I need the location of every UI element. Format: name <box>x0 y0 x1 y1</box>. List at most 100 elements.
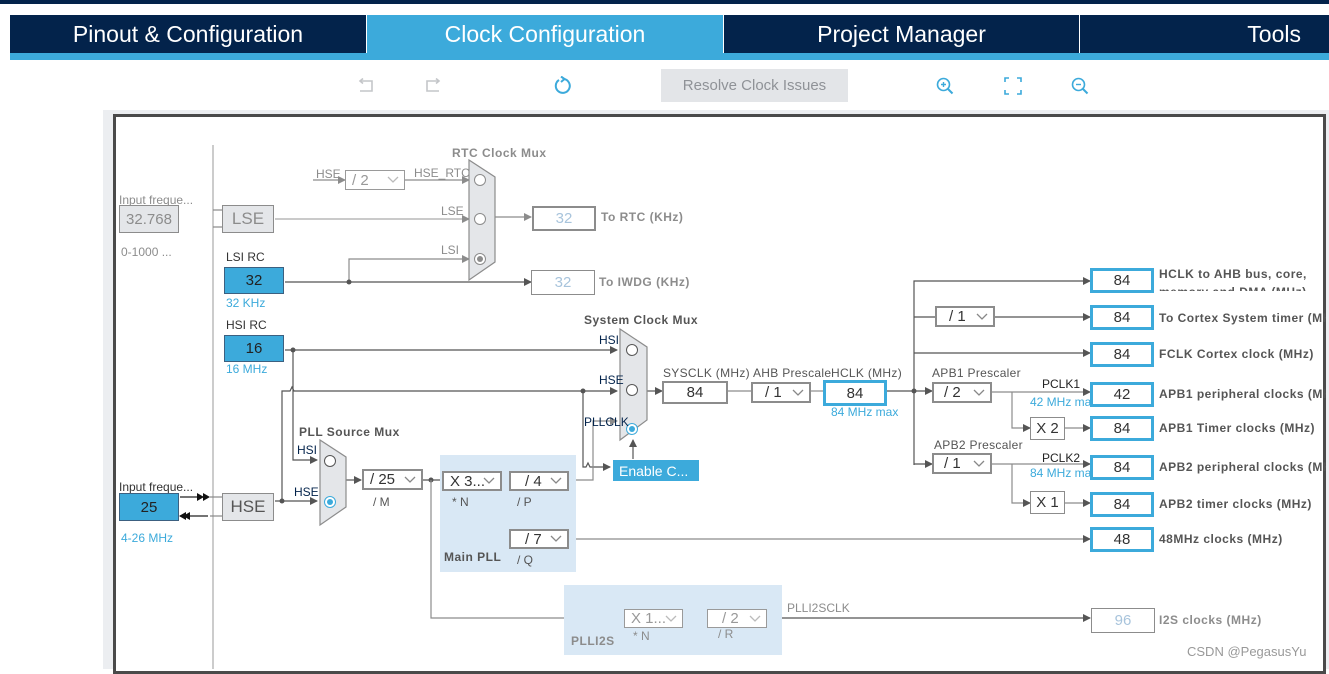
rtc-hse-divider-value: / 2 <box>352 171 369 189</box>
output-cortex-timer-label: To Cortex System timer (MHz) <box>1159 311 1326 325</box>
hse-range-label: 4-26 MHz <box>121 531 174 545</box>
rtc-hse-input-label: HSE <box>316 167 341 181</box>
output-apb1-peripheral-value[interactable]: 42 <box>1090 382 1154 407</box>
lsi-frequency-label: 32 KHz <box>226 296 266 310</box>
hse-rtc-label: HSE_RTC <box>414 166 470 180</box>
rtc-clock-mux-shape <box>468 158 496 282</box>
rtc-output-label: To RTC (KHz) <box>601 210 684 224</box>
output-fclk-label: FCLK Cortex clock (MHz) <box>1159 347 1314 361</box>
output-cortex-timer-value[interactable]: 84 <box>1090 305 1154 330</box>
output-hclk-ahb-label: HCLK to AHB bus, core, memory and DMA (M… <box>1159 267 1307 291</box>
rtc-clock-mux-title: RTC Clock Mux <box>452 146 547 160</box>
hclk-input-field[interactable]: 84 <box>823 380 887 406</box>
chevron-down-icon <box>749 615 761 622</box>
plli2s-r-divider-select[interactable]: / 2 <box>707 609 767 628</box>
output-hclk-ahb-value[interactable]: 84 <box>1090 268 1154 293</box>
rtc-lse-input-label: LSE <box>441 204 464 218</box>
chevron-down-icon <box>387 176 399 183</box>
ahb-prescaler-value: / 1 <box>765 384 782 401</box>
plli2s-r-divider-value: / 2 <box>722 610 739 627</box>
plli2s-r-label: / R <box>718 627 734 641</box>
pll-p-divider-select[interactable]: / 4 <box>509 471 569 491</box>
i2s-output-label: I2S clocks (MHz) <box>1159 613 1262 627</box>
hsi-rc-value[interactable]: 16 <box>224 335 284 362</box>
output-apb1-timer-label: APB1 Timer clocks (MHz) <box>1159 421 1315 435</box>
chevron-down-icon <box>976 313 988 320</box>
chevron-down-icon <box>483 477 495 484</box>
pll-q-divider-select[interactable]: / 7 <box>509 529 569 549</box>
output-apb1-timer-value[interactable]: 84 <box>1090 416 1154 441</box>
sysclk-value: 84 <box>662 381 728 404</box>
hclk-max-label: 84 MHz max <box>831 405 899 419</box>
watermark: CSDN @PegasusYu <box>1187 644 1307 659</box>
lse-input-frequency-field[interactable]: 32.768 <box>119 205 179 233</box>
apb1-prescaler-value: / 2 <box>944 384 961 401</box>
lsi-rc-value[interactable]: 32 <box>224 267 284 294</box>
output-48mhz-label: 48MHz clocks (MHz) <box>1159 532 1283 546</box>
lse-range-label: 0-1000 ... <box>121 245 172 259</box>
main-pll-title: Main PLL <box>444 550 502 564</box>
output-apb2-timer-value[interactable]: 84 <box>1090 492 1154 517</box>
hse-oscillator[interactable]: HSE <box>222 493 274 521</box>
plli2s-title: PLLI2S <box>571 634 615 648</box>
cortex-timer-divider-value: / 1 <box>949 308 966 325</box>
pclk1-label: PCLK1 <box>1042 377 1081 391</box>
output-apb1-peripheral-label: APB1 peripheral clocks (MHz) <box>1159 387 1326 401</box>
iwdg-output-label: To IWDG (KHz) <box>599 275 690 289</box>
output-apb2-peripheral-value[interactable]: 84 <box>1090 455 1154 480</box>
chevron-down-icon <box>973 460 985 467</box>
apb1-timer-multiplier: X 2 <box>1030 417 1065 440</box>
apb1-prescaler-label: APB1 Prescaler <box>932 366 1021 380</box>
pll-source-mux-shape <box>319 438 347 527</box>
apb1-max-label: 42 MHz max <box>1030 395 1098 409</box>
pll-n-multiplier-select[interactable]: X 3... <box>442 471 502 491</box>
pll-m-divider-value: / 25 <box>370 471 396 488</box>
pll-q-divider-value: / 7 <box>525 530 542 548</box>
chevron-down-icon <box>792 389 804 396</box>
pll-source-mux-title: PLL Source Mux <box>299 425 400 439</box>
pll-m-divider-select[interactable]: / 25 <box>362 469 423 490</box>
pll-source-hse-label: HSE <box>294 485 319 499</box>
pll-q-label: / Q <box>517 553 534 567</box>
enable-css-button[interactable]: Enable C... <box>613 460 699 481</box>
ahb-prescaler-select[interactable]: / 1 <box>751 382 811 403</box>
hsi-frequency-label: 16 MHz <box>226 362 268 376</box>
system-clock-mux-title: System Clock Mux <box>584 313 699 327</box>
pll-source-hsi-label: HSI <box>297 443 318 457</box>
cortex-timer-divider-select[interactable]: / 1 <box>935 306 995 327</box>
pll-n-multiplier-value: X 3... <box>450 472 486 490</box>
hclk-label: HCLK (MHz) <box>831 366 902 380</box>
apb2-prescaler-label: APB2 Prescaler <box>934 438 1023 452</box>
plli2s-n-label: * N <box>633 629 650 643</box>
pclk2-label: PCLK2 <box>1042 451 1081 465</box>
rtc-output-value: 32 <box>532 206 596 231</box>
hsi-rc-title: HSI RC <box>226 318 267 332</box>
pll-n-label: * N <box>452 495 469 509</box>
sysclk-label: SYSCLK (MHz) <box>663 366 750 380</box>
lse-oscillator[interactable]: LSE <box>222 205 274 233</box>
pll-p-divider-value: / 4 <box>525 472 542 490</box>
hse-input-frequency-label: Input freque... <box>119 480 194 494</box>
plli2s-n-multiplier-select[interactable]: X 1... <box>624 609 683 628</box>
iwdg-output-value: 32 <box>531 270 595 295</box>
lsi-rc-title: LSI RC <box>226 250 265 264</box>
apb1-prescaler-select[interactable]: / 2 <box>932 382 992 403</box>
ahb-prescaler-label: AHB Prescaler <box>753 366 836 380</box>
hse-input-frequency-field[interactable]: 25 <box>119 493 179 521</box>
chevron-down-icon <box>550 477 562 484</box>
output-fclk-value[interactable]: 84 <box>1090 342 1154 367</box>
clock-tree-wires <box>179 145 1091 669</box>
output-apb2-peripheral-label: APB2 peripheral clocks (MHz) <box>1159 460 1326 474</box>
plli2s-n-multiplier-value: X 1... <box>631 610 667 627</box>
chevron-down-icon <box>550 535 562 542</box>
sys-mux-pllclk-label: PLLCLK <box>584 415 629 429</box>
rtc-lsi-input-label: LSI <box>441 243 460 257</box>
sys-mux-hse-label: HSE <box>599 373 624 387</box>
apb2-timer-multiplier: X 1 <box>1030 491 1065 514</box>
chevron-down-icon <box>665 615 677 622</box>
output-apb2-timer-label: APB2 timer clocks (MHz) <box>1159 497 1312 511</box>
apb2-prescaler-select[interactable]: / 1 <box>932 453 992 474</box>
rtc-hse-divider-select[interactable]: / 2 <box>345 170 405 190</box>
output-48mhz-value[interactable]: 48 <box>1090 527 1154 552</box>
sys-mux-hsi-label: HSI <box>599 333 620 347</box>
